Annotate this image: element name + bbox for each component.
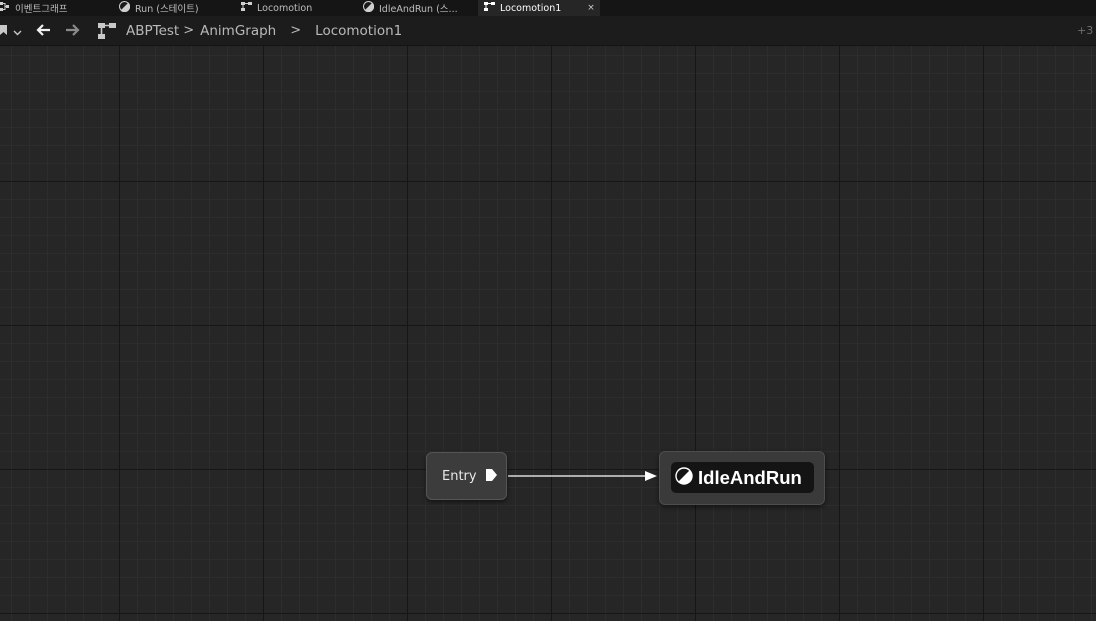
- state-node-title: IdleAndRun: [671, 462, 814, 493]
- entry-node[interactable]: Entry: [426, 452, 507, 500]
- arrow-head-icon: [645, 471, 657, 481]
- transition-wire[interactable]: [0, 0, 1096, 621]
- state-node-idle-and-run[interactable]: IdleAndRun: [659, 451, 825, 505]
- state-icon: [675, 466, 693, 489]
- state-node-label: IdleAndRun: [698, 466, 802, 488]
- exec-pin-icon[interactable]: [485, 467, 498, 486]
- entry-node-label: Entry: [442, 468, 477, 484]
